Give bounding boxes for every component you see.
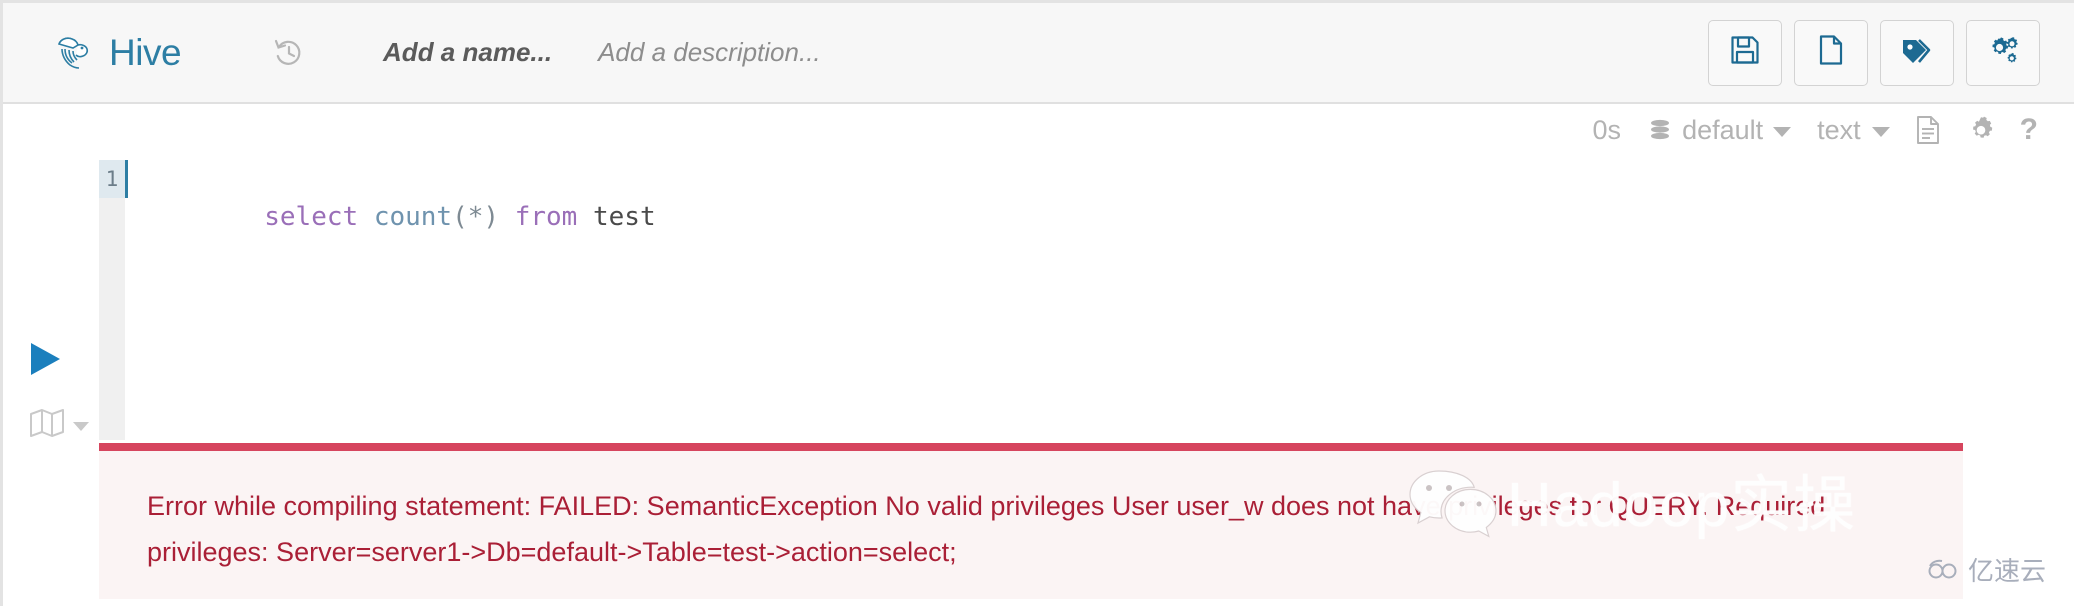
format-query-button[interactable] [1914, 115, 1942, 145]
code-line-1[interactable]: select count(*) from test [127, 160, 2074, 232]
token-space-3 [577, 202, 593, 232]
hive-bee-logo-icon [51, 30, 97, 76]
hive-query-editor-app: Hive Add a name... Add a description... [0, 0, 2074, 606]
editor-gutter: 1 [99, 160, 125, 440]
execution-timer: 0s [1592, 114, 1622, 145]
result-type-label: text [1817, 114, 1861, 145]
header-actions [1708, 19, 2040, 86]
history-revert-icon[interactable] [269, 33, 309, 73]
brand-name: Hive [109, 31, 182, 73]
token-space-2 [499, 202, 515, 232]
token-keyword-select: select [264, 202, 359, 232]
chevron-down-icon [73, 421, 89, 431]
result-type-selector[interactable]: text [1817, 115, 1890, 146]
error-message: Error while compiling statement: FAILED:… [147, 491, 1826, 567]
text-cursor [125, 160, 128, 198]
token-punct-star: (*) [452, 202, 500, 232]
watermark-corner-text: 亿速云 [1967, 556, 2046, 586]
token-function-count: count [373, 202, 453, 232]
query-description-input[interactable]: Add a description... [598, 37, 821, 68]
brand: Hive [51, 30, 182, 76]
run-query-button[interactable] [28, 341, 62, 382]
query-name-input[interactable]: Add a name... [383, 37, 552, 68]
explain-plan-button[interactable] [29, 408, 89, 438]
floppy-disk-save-icon [1729, 34, 1761, 71]
gear-icon [1966, 115, 1996, 145]
document-lines-icon [1914, 115, 1942, 145]
blank-document-icon [1815, 34, 1847, 71]
play-run-icon [28, 343, 62, 381]
error-panel: Error while compiling statement: FAILED:… [99, 443, 1963, 599]
tags-label-icon [1900, 34, 1934, 71]
tags-button[interactable] [1880, 19, 1954, 86]
database-selector[interactable]: default [1647, 114, 1792, 146]
save-button[interactable] [1708, 19, 1782, 86]
left-rail [3, 156, 99, 440]
app-header: Hive Add a name... Add a description... [3, 3, 2074, 104]
code-area[interactable]: select count(*) from test [125, 160, 2074, 440]
gears-settings-icon [1986, 34, 2020, 71]
token-keyword-from: from [514, 202, 578, 232]
line-number: 1 [105, 167, 119, 191]
sql-editor[interactable]: 1 select count(*) from test [99, 160, 2074, 440]
database-name-label: default [1682, 114, 1764, 145]
editor-settings-button[interactable] [1966, 115, 1996, 145]
chevron-down-icon [1773, 127, 1792, 137]
database-stack-icon [1647, 117, 1673, 143]
editor-toolbar: 0s default text ? [3, 104, 2074, 156]
token-identifier-test: test [593, 202, 656, 232]
chevron-down-icon [1871, 127, 1890, 137]
new-query-button[interactable] [1794, 19, 1868, 86]
token-space-1 [358, 202, 374, 232]
settings-button[interactable] [1966, 19, 2040, 86]
help-button[interactable]: ? [2020, 113, 2038, 147]
map-explain-icon [29, 408, 65, 438]
